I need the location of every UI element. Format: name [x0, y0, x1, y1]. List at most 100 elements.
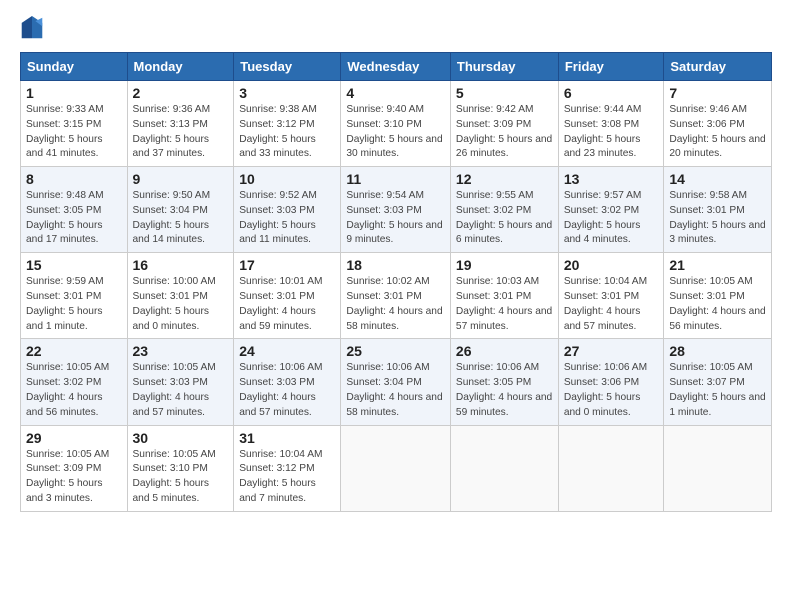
- day-info: Sunrise: 10:04 AMSunset: 3:12 PMDaylight…: [239, 449, 322, 504]
- day-info: Sunrise: 10:05 AMSunset: 3:09 PMDaylight…: [26, 449, 109, 504]
- day-info: Sunrise: 9:54 AMSunset: 3:03 PMDaylight:…: [346, 190, 442, 245]
- calendar-cell: 21 Sunrise: 10:05 AMSunset: 3:01 PMDayli…: [664, 253, 772, 339]
- calendar-cell: 17 Sunrise: 10:01 AMSunset: 3:01 PMDayli…: [234, 253, 341, 339]
- day-info: Sunrise: 9:44 AMSunset: 3:08 PMDaylight:…: [564, 104, 642, 159]
- day-info: Sunrise: 9:42 AMSunset: 3:09 PMDaylight:…: [456, 104, 552, 159]
- weekday-header: Saturday: [664, 53, 772, 81]
- day-number: 12: [456, 171, 553, 187]
- calendar-cell: 4 Sunrise: 9:40 AMSunset: 3:10 PMDayligh…: [341, 81, 451, 167]
- day-info: Sunrise: 10:06 AMSunset: 3:03 PMDaylight…: [239, 362, 322, 417]
- day-number: 31: [239, 430, 335, 446]
- day-number: 13: [564, 171, 659, 187]
- day-info: Sunrise: 10:05 AMSunset: 3:02 PMDaylight…: [26, 362, 109, 417]
- day-info: Sunrise: 9:59 AMSunset: 3:01 PMDaylight:…: [26, 276, 104, 331]
- calendar-cell: 13 Sunrise: 9:57 AMSunset: 3:02 PMDaylig…: [558, 167, 664, 253]
- calendar-cell: 22 Sunrise: 10:05 AMSunset: 3:02 PMDayli…: [21, 339, 128, 425]
- calendar-table: SundayMondayTuesdayWednesdayThursdayFrid…: [20, 52, 772, 512]
- day-number: 5: [456, 85, 553, 101]
- calendar-cell: 29 Sunrise: 10:05 AMSunset: 3:09 PMDayli…: [21, 425, 128, 511]
- day-number: 14: [669, 171, 766, 187]
- day-number: 25: [346, 343, 445, 359]
- day-info: Sunrise: 10:06 AMSunset: 3:04 PMDaylight…: [346, 362, 442, 417]
- calendar-week: 29 Sunrise: 10:05 AMSunset: 3:09 PMDayli…: [21, 425, 772, 511]
- weekday-header: Friday: [558, 53, 664, 81]
- calendar-cell: [450, 425, 558, 511]
- calendar-cell: [664, 425, 772, 511]
- day-number: 27: [564, 343, 659, 359]
- calendar-week: 1 Sunrise: 9:33 AMSunset: 3:15 PMDayligh…: [21, 81, 772, 167]
- day-info: Sunrise: 10:00 AMSunset: 3:01 PMDaylight…: [133, 276, 216, 331]
- page-header: [20, 16, 772, 44]
- weekday-header: Monday: [127, 53, 234, 81]
- day-info: Sunrise: 9:52 AMSunset: 3:03 PMDaylight:…: [239, 190, 317, 245]
- calendar-cell: 20 Sunrise: 10:04 AMSunset: 3:01 PMDayli…: [558, 253, 664, 339]
- day-info: Sunrise: 10:03 AMSunset: 3:01 PMDaylight…: [456, 276, 552, 331]
- day-number: 22: [26, 343, 122, 359]
- calendar-cell: [558, 425, 664, 511]
- day-info: Sunrise: 9:46 AMSunset: 3:06 PMDaylight:…: [669, 104, 765, 159]
- calendar-cell: 23 Sunrise: 10:05 AMSunset: 3:03 PMDayli…: [127, 339, 234, 425]
- day-number: 19: [456, 257, 553, 273]
- calendar-cell: 2 Sunrise: 9:36 AMSunset: 3:13 PMDayligh…: [127, 81, 234, 167]
- calendar-cell: 10 Sunrise: 9:52 AMSunset: 3:03 PMDaylig…: [234, 167, 341, 253]
- day-info: Sunrise: 10:01 AMSunset: 3:01 PMDaylight…: [239, 276, 322, 331]
- calendar-cell: 31 Sunrise: 10:04 AMSunset: 3:12 PMDayli…: [234, 425, 341, 511]
- calendar-cell: 25 Sunrise: 10:06 AMSunset: 3:04 PMDayli…: [341, 339, 451, 425]
- day-number: 21: [669, 257, 766, 273]
- day-info: Sunrise: 9:33 AMSunset: 3:15 PMDaylight:…: [26, 104, 104, 159]
- calendar-cell: 9 Sunrise: 9:50 AMSunset: 3:04 PMDayligh…: [127, 167, 234, 253]
- calendar-cell: 19 Sunrise: 10:03 AMSunset: 3:01 PMDayli…: [450, 253, 558, 339]
- day-number: 16: [133, 257, 229, 273]
- day-info: Sunrise: 9:38 AMSunset: 3:12 PMDaylight:…: [239, 104, 317, 159]
- calendar-cell: 5 Sunrise: 9:42 AMSunset: 3:09 PMDayligh…: [450, 81, 558, 167]
- weekday-header: Wednesday: [341, 53, 451, 81]
- calendar-cell: 15 Sunrise: 9:59 AMSunset: 3:01 PMDaylig…: [21, 253, 128, 339]
- day-number: 8: [26, 171, 122, 187]
- day-number: 23: [133, 343, 229, 359]
- calendar-cell: 14 Sunrise: 9:58 AMSunset: 3:01 PMDaylig…: [664, 167, 772, 253]
- calendar-cell: 27 Sunrise: 10:06 AMSunset: 3:06 PMDayli…: [558, 339, 664, 425]
- logo: [20, 16, 48, 44]
- weekday-header: Tuesday: [234, 53, 341, 81]
- day-info: Sunrise: 9:50 AMSunset: 3:04 PMDaylight:…: [133, 190, 211, 245]
- day-number: 28: [669, 343, 766, 359]
- day-number: 6: [564, 85, 659, 101]
- weekday-header: Thursday: [450, 53, 558, 81]
- day-number: 4: [346, 85, 445, 101]
- calendar-cell: 30 Sunrise: 10:05 AMSunset: 3:10 PMDayli…: [127, 425, 234, 511]
- day-info: Sunrise: 10:06 AMSunset: 3:06 PMDaylight…: [564, 362, 647, 417]
- calendar-cell: 18 Sunrise: 10:02 AMSunset: 3:01 PMDayli…: [341, 253, 451, 339]
- calendar-cell: 12 Sunrise: 9:55 AMSunset: 3:02 PMDaylig…: [450, 167, 558, 253]
- day-number: 2: [133, 85, 229, 101]
- day-info: Sunrise: 9:57 AMSunset: 3:02 PMDaylight:…: [564, 190, 642, 245]
- day-info: Sunrise: 9:40 AMSunset: 3:10 PMDaylight:…: [346, 104, 442, 159]
- calendar-cell: 16 Sunrise: 10:00 AMSunset: 3:01 PMDayli…: [127, 253, 234, 339]
- day-number: 24: [239, 343, 335, 359]
- day-number: 17: [239, 257, 335, 273]
- calendar-cell: 24 Sunrise: 10:06 AMSunset: 3:03 PMDayli…: [234, 339, 341, 425]
- logo-icon: [20, 14, 44, 42]
- day-number: 7: [669, 85, 766, 101]
- calendar-cell: [341, 425, 451, 511]
- day-number: 10: [239, 171, 335, 187]
- calendar-cell: 11 Sunrise: 9:54 AMSunset: 3:03 PMDaylig…: [341, 167, 451, 253]
- calendar-week: 8 Sunrise: 9:48 AMSunset: 3:05 PMDayligh…: [21, 167, 772, 253]
- day-number: 18: [346, 257, 445, 273]
- calendar-cell: 1 Sunrise: 9:33 AMSunset: 3:15 PMDayligh…: [21, 81, 128, 167]
- day-info: Sunrise: 10:05 AMSunset: 3:10 PMDaylight…: [133, 449, 216, 504]
- day-number: 30: [133, 430, 229, 446]
- calendar-week: 15 Sunrise: 9:59 AMSunset: 3:01 PMDaylig…: [21, 253, 772, 339]
- calendar-cell: 8 Sunrise: 9:48 AMSunset: 3:05 PMDayligh…: [21, 167, 128, 253]
- weekday-header: Sunday: [21, 53, 128, 81]
- day-info: Sunrise: 10:05 AMSunset: 3:01 PMDaylight…: [669, 276, 765, 331]
- day-number: 29: [26, 430, 122, 446]
- day-info: Sunrise: 10:05 AMSunset: 3:03 PMDaylight…: [133, 362, 216, 417]
- day-number: 1: [26, 85, 122, 101]
- day-info: Sunrise: 9:48 AMSunset: 3:05 PMDaylight:…: [26, 190, 104, 245]
- calendar-week: 22 Sunrise: 10:05 AMSunset: 3:02 PMDayli…: [21, 339, 772, 425]
- day-number: 26: [456, 343, 553, 359]
- day-number: 9: [133, 171, 229, 187]
- day-number: 15: [26, 257, 122, 273]
- day-info: Sunrise: 10:04 AMSunset: 3:01 PMDaylight…: [564, 276, 647, 331]
- day-info: Sunrise: 10:06 AMSunset: 3:05 PMDaylight…: [456, 362, 552, 417]
